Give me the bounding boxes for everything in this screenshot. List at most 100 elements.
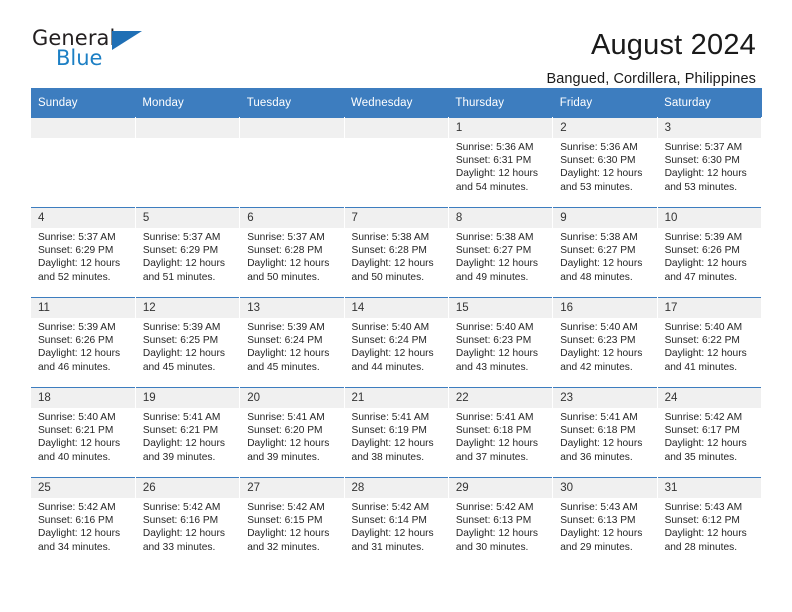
calendar-day-cell[interactable]: 10 Sunrise: 5:39 AM Sunset: 6:26 PM Dayligh… — [657, 207, 763, 298]
sunrise-text: Sunrise: 5:39 AM — [142, 322, 221, 333]
sunrise-text: Sunrise: 5:37 AM — [247, 232, 325, 243]
calendar-day-cell[interactable]: 16 Sunrise: 5:40 AM Sunset: 6:23 PM Dayligh… — [552, 297, 658, 388]
calendar-day-cell[interactable]: 17 Sunrise: 5:40 AM Sunset: 6:22 PM Dayligh… — [657, 297, 763, 388]
daylight-text-line1: Daylight: 12 hours — [664, 168, 747, 180]
day-sun-info: Sunrise: 5:39 AM Sunset: 6:24 PM Daylight:… — [240, 318, 343, 374]
day-number: 18 — [31, 388, 135, 408]
day-number: 25 — [31, 478, 135, 498]
sunset-text: Sunset: 6:12 PM — [664, 515, 740, 527]
daylight-text-line2: and 39 minutes. — [142, 451, 216, 463]
sunset-text: Sunset: 6:13 PM — [560, 515, 636, 527]
calendar-week-row: 11 Sunrise: 5:39 AM Sunset: 6:26 PM Dayligh… — [31, 297, 763, 388]
sunset-text: Sunset: 6:21 PM — [142, 425, 219, 437]
calendar-day-cell[interactable]: 11 Sunrise: 5:39 AM Sunset: 6:26 PM Dayligh… — [31, 297, 136, 388]
day-sun-info: Sunrise: 5:38 AM Sunset: 6:27 PM Daylight:… — [449, 228, 552, 284]
daylight-text-line2: and 28 minutes. — [664, 541, 738, 553]
daylight-text-line1: Daylight: 12 hours — [560, 258, 643, 270]
sunrise-text: Sunrise: 5:41 AM — [142, 412, 221, 423]
calendar-day-cell[interactable]: 9 Sunrise: 5:38 AM Sunset: 6:27 PM Daylight… — [552, 207, 658, 298]
daylight-text-line1: Daylight: 12 hours — [560, 528, 643, 540]
sunset-text: Sunset: 6:15 PM — [247, 515, 323, 527]
sunrise-text: Sunrise: 5:40 AM — [664, 322, 743, 333]
calendar-body: 1 Sunrise: 5:36 AM Sunset: 6:31 PM Daylight… — [31, 117, 763, 567]
calendar-day-cell[interactable]: 20 Sunrise: 5:41 AM Sunset: 6:20 PM Dayligh… — [239, 387, 345, 478]
calendar-day-cell[interactable]: 7 Sunrise: 5:38 AM Sunset: 6:28 PM Daylight… — [344, 207, 449, 298]
day-number: 7 — [344, 208, 448, 228]
day-sun-info: Sunrise: 5:37 AM Sunset: 6:29 PM Daylight:… — [136, 228, 239, 284]
calendar-day-cell-empty — [31, 117, 136, 208]
day-sun-info: Sunrise: 5:37 AM Sunset: 6:29 PM Daylight:… — [31, 228, 135, 284]
calendar-day-cell[interactable]: 25 Sunrise: 5:42 AM Sunset: 6:16 PM Dayligh… — [31, 477, 136, 567]
daylight-text-line2: and 43 minutes. — [455, 361, 529, 373]
daylight-text-line2: and 44 minutes. — [351, 361, 425, 373]
calendar-day-cell[interactable]: 18 Sunrise: 5:40 AM Sunset: 6:21 PM Dayligh… — [31, 387, 136, 478]
day-sun-info: Sunrise: 5:42 AM Sunset: 6:16 PM Daylight:… — [136, 498, 239, 554]
calendar-day-cell[interactable]: 23 Sunrise: 5:41 AM Sunset: 6:18 PM Dayligh… — [552, 387, 658, 478]
day-sun-info: Sunrise: 5:43 AM Sunset: 6:13 PM Daylight:… — [553, 498, 656, 554]
calendar-day-cell[interactable]: 27 Sunrise: 5:42 AM Sunset: 6:15 PM Dayligh… — [239, 477, 345, 567]
calendar-day-cell[interactable]: 31 Sunrise: 5:43 AM Sunset: 6:12 PM Dayligh… — [657, 477, 763, 567]
calendar-day-cell[interactable]: 1 Sunrise: 5:36 AM Sunset: 6:31 PM Daylight… — [448, 117, 554, 208]
daylight-text-line2: and 45 minutes. — [247, 361, 320, 373]
calendar-day-cell[interactable]: 5 Sunrise: 5:37 AM Sunset: 6:29 PM Daylight… — [135, 207, 241, 298]
day-number: 2 — [553, 118, 657, 138]
sunrise-text: Sunrise: 5:36 AM — [455, 142, 534, 153]
calendar-day-cell[interactable]: 22 Sunrise: 5:41 AM Sunset: 6:18 PM Dayligh… — [448, 387, 554, 478]
sunrise-text: Sunrise: 5:41 AM — [455, 412, 534, 423]
calendar-day-cell[interactable]: 29 Sunrise: 5:42 AM Sunset: 6:13 PM Dayligh… — [448, 477, 554, 567]
calendar-day-cell[interactable]: 3 Sunrise: 5:37 AM Sunset: 6:30 PM Daylight… — [657, 117, 763, 208]
daylight-text-line2: and 48 minutes. — [560, 271, 633, 283]
page-subtitle: Bangued, Cordillera, Philippines — [546, 70, 756, 87]
daylight-text-line1: Daylight: 12 hours — [455, 528, 538, 540]
day-number: 24 — [657, 388, 761, 408]
daylight-text-line2: and 50 minutes. — [351, 271, 425, 283]
calendar-day-cell[interactable]: 19 Sunrise: 5:41 AM Sunset: 6:21 PM Dayligh… — [135, 387, 241, 478]
daylight-text-line1: Daylight: 12 hours — [142, 438, 225, 450]
day-number: 14 — [344, 298, 448, 318]
day-number — [135, 118, 240, 138]
calendar-day-cell[interactable]: 13 Sunrise: 5:39 AM Sunset: 6:24 PM Dayligh… — [239, 297, 345, 388]
daylight-text-line1: Daylight: 12 hours — [351, 348, 434, 360]
day-sun-info: Sunrise: 5:37 AM Sunset: 6:28 PM Daylight:… — [240, 228, 343, 284]
calendar-day-cell[interactable]: 28 Sunrise: 5:42 AM Sunset: 6:14 PM Dayligh… — [344, 477, 449, 567]
calendar-day-cell[interactable]: 6 Sunrise: 5:37 AM Sunset: 6:28 PM Daylight… — [239, 207, 345, 298]
calendar-day-cell[interactable]: 14 Sunrise: 5:40 AM Sunset: 6:24 PM Dayligh… — [344, 297, 449, 388]
calendar-day-cell-empty — [344, 117, 449, 208]
daylight-text-line2: and 34 minutes. — [38, 541, 111, 553]
daylight-text-line1: Daylight: 12 hours — [455, 348, 538, 360]
calendar-day-cell[interactable]: 4 Sunrise: 5:37 AM Sunset: 6:29 PM Daylight… — [31, 207, 136, 298]
calendar-day-cell[interactable]: 12 Sunrise: 5:39 AM Sunset: 6:25 PM Dayligh… — [135, 297, 241, 388]
calendar-week-row: 4 Sunrise: 5:37 AM Sunset: 6:29 PM Daylight… — [31, 207, 763, 298]
calendar-day-cell[interactable]: 21 Sunrise: 5:41 AM Sunset: 6:19 PM Dayligh… — [344, 387, 449, 478]
day-number: 3 — [657, 118, 761, 138]
brand-logo[interactable]: General Blue — [32, 28, 148, 78]
sunrise-text: Sunrise: 5:42 AM — [38, 502, 116, 513]
daylight-text-line1: Daylight: 12 hours — [664, 528, 747, 540]
daylight-text-line2: and 47 minutes. — [664, 271, 738, 283]
calendar-day-cell[interactable]: 8 Sunrise: 5:38 AM Sunset: 6:27 PM Daylight… — [448, 207, 554, 298]
sunset-text: Sunset: 6:16 PM — [142, 515, 219, 527]
calendar-day-cell[interactable]: 30 Sunrise: 5:43 AM Sunset: 6:13 PM Dayligh… — [552, 477, 658, 567]
sunrise-text: Sunrise: 5:37 AM — [142, 232, 221, 243]
calendar-day-cell[interactable]: 24 Sunrise: 5:42 AM Sunset: 6:17 PM Dayligh… — [657, 387, 763, 478]
sunset-text: Sunset: 6:21 PM — [38, 425, 114, 437]
daylight-text-line1: Daylight: 12 hours — [38, 528, 121, 540]
day-sun-info: Sunrise: 5:42 AM Sunset: 6:13 PM Daylight:… — [449, 498, 552, 554]
calendar-day-cell[interactable]: 15 Sunrise: 5:40 AM Sunset: 6:23 PM Dayligh… — [448, 297, 554, 388]
daylight-text-line1: Daylight: 12 hours — [247, 258, 330, 270]
weekday-header-sunday: Sunday — [31, 88, 136, 118]
sunset-text: Sunset: 6:16 PM — [38, 515, 114, 527]
daylight-text-line1: Daylight: 12 hours — [142, 528, 225, 540]
sunrise-text: Sunrise: 5:43 AM — [664, 502, 743, 513]
day-number: 13 — [240, 298, 344, 318]
calendar-day-cell[interactable]: 26 Sunrise: 5:42 AM Sunset: 6:16 PM Dayligh… — [135, 477, 241, 567]
brand-name-blue: Blue — [56, 46, 103, 70]
day-number: 8 — [448, 208, 553, 228]
day-sun-info: Sunrise: 5:42 AM Sunset: 6:15 PM Daylight:… — [240, 498, 343, 554]
daylight-text-line2: and 36 minutes. — [560, 451, 633, 463]
sunrise-text: Sunrise: 5:37 AM — [38, 232, 116, 243]
day-number: 20 — [240, 388, 344, 408]
day-number: 30 — [553, 478, 657, 498]
calendar-day-cell[interactable]: 2 Sunrise: 5:36 AM Sunset: 6:30 PM Daylight… — [552, 117, 658, 208]
sunset-text: Sunset: 6:28 PM — [351, 245, 427, 257]
